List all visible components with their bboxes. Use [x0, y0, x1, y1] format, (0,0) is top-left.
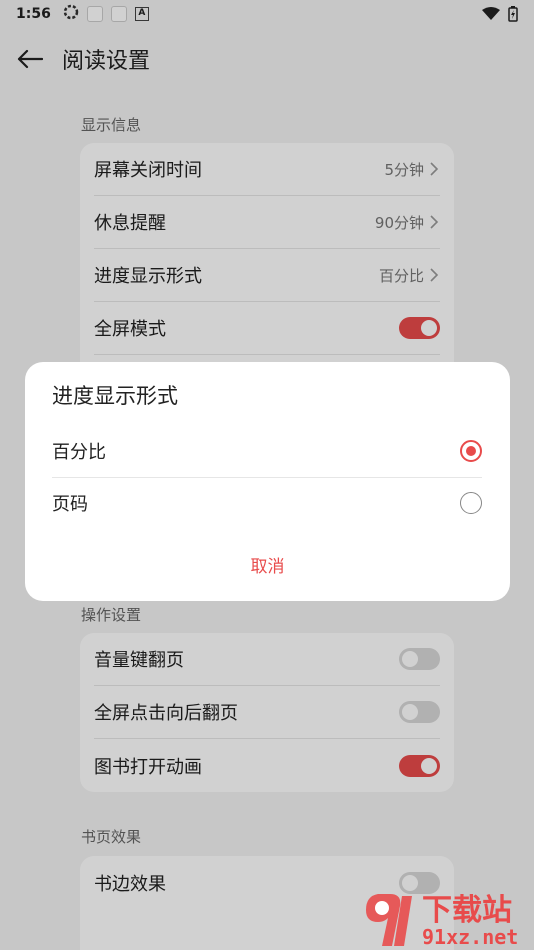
watermark-domain-text: 91xz.net	[422, 925, 518, 949]
option-percentage[interactable]: 百分比	[52, 425, 482, 477]
option-label: 页码	[52, 494, 88, 515]
option-page-number[interactable]: 页码	[52, 477, 482, 529]
radio-selected-icon[interactable]	[460, 440, 482, 462]
option-label: 百分比	[52, 442, 106, 463]
radio-unselected-icon[interactable]	[460, 492, 482, 514]
cancel-button[interactable]: 取消	[25, 552, 510, 577]
dialog-title: 进度显示形式	[52, 384, 178, 408]
watermark-brand-text: 下载站	[422, 893, 512, 928]
progress-format-dialog: 进度显示形式 百分比 页码 取消	[25, 362, 510, 601]
watermark-logo: 下载站 91xz.net	[366, 893, 518, 949]
watermark-91-mark	[366, 894, 412, 946]
